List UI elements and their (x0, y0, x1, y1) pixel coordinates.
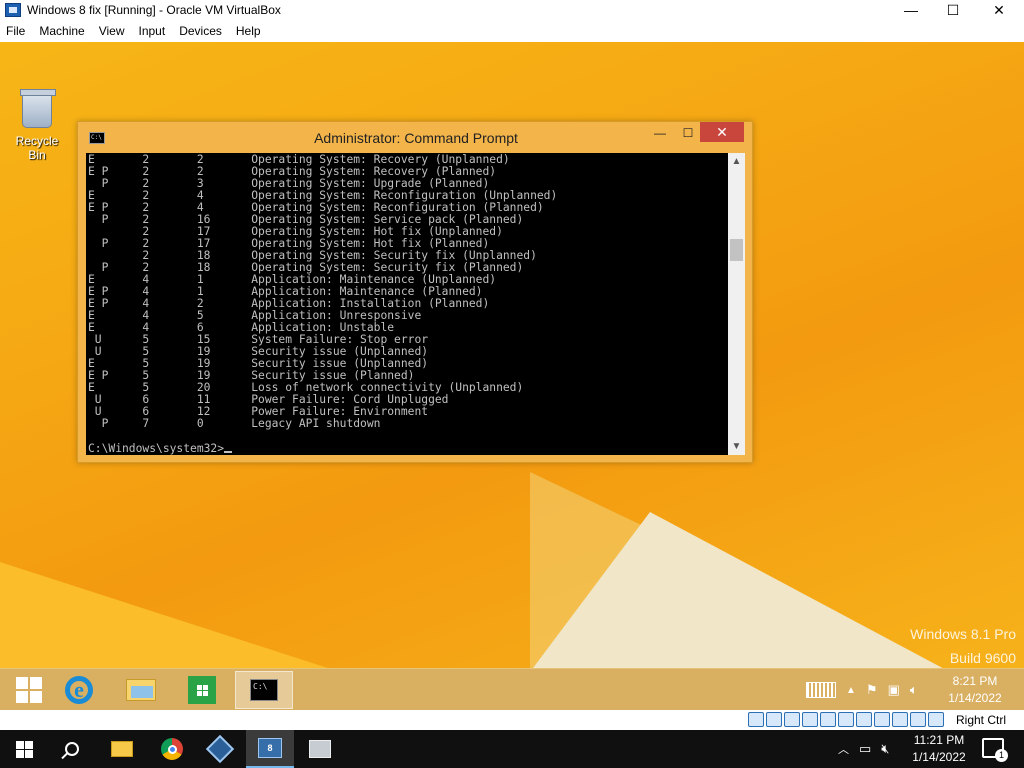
host-key-label: Right Ctrl (956, 713, 1007, 727)
menu-bar: File Machine View Input Devices Help (0, 20, 1024, 42)
vbox-status-bar: Right Ctrl (0, 710, 1024, 730)
host-taskbar: 8 ︿ ▭ 🔇︎ 11:21 PM 1/14/2022 1 (0, 730, 1024, 768)
wallpaper-shape (530, 512, 950, 668)
cmd-maximize-button[interactable]: ☐ (674, 123, 702, 143)
guest-clock-date: 1/14/2022 (948, 691, 1002, 705)
host-taskbar-file-explorer[interactable] (98, 730, 146, 768)
chrome-icon (161, 738, 183, 760)
command-prompt-icon: C:\ (250, 679, 278, 701)
scroll-up-arrow-icon[interactable]: ▲ (728, 153, 745, 170)
console-prompt: C:\Windows\system32> (88, 442, 225, 455)
network-icon[interactable]: ▣ (888, 682, 900, 698)
touch-keyboard-icon[interactable] (806, 682, 836, 698)
host-title-bar: Windows 8 fix [Running] - Oracle VM Virt… (0, 0, 1024, 20)
guest-taskbar: e C:\ ▲ ⚑ ▣ 🔈︎ 8:21 PM 1/14/2022 (0, 668, 1024, 710)
console-prompt-line[interactable]: C:\Windows\system32> (86, 443, 728, 455)
close-button[interactable]: ✕ (976, 0, 1022, 20)
notifications-icon[interactable]: 1 (982, 738, 1008, 762)
host-taskbar-vm-window[interactable]: 8 (246, 730, 294, 768)
usb-icon[interactable] (820, 712, 836, 727)
recycle-bin-icon (20, 89, 56, 128)
host-taskbar-vm-manager[interactable] (296, 730, 344, 768)
guest-clock-time: 8:21 PM (952, 674, 998, 688)
host-start-button[interactable] (0, 730, 48, 768)
command-prompt-window[interactable]: C:\ Administrator: Command Prompt — ☐ ✕ … (77, 121, 753, 463)
windows8-vm-icon: 8 (258, 738, 282, 758)
recycle-bin-label: Recycle Bin (15, 134, 59, 162)
scrollbar-thumb[interactable] (730, 239, 743, 261)
cmd-close-button[interactable]: ✕ (700, 122, 744, 142)
menu-devices[interactable]: Devices (173, 24, 230, 38)
host-system-tray: ︿ ▭ 🔇︎ (838, 730, 890, 768)
show-hidden-icons-chevron-icon[interactable]: ︿ (838, 741, 849, 757)
taskbar-internet-explorer[interactable]: e (50, 671, 108, 709)
vbox-device-icons (748, 712, 944, 727)
volume-icon[interactable]: 🔈︎ (910, 682, 918, 698)
host-clock-date: 1/14/2022 (912, 750, 966, 764)
optical-drive-icon[interactable] (766, 712, 782, 727)
virtualbox-icon (205, 734, 235, 764)
notification-count-badge: 1 (995, 749, 1008, 762)
cpu-icon[interactable] (892, 712, 908, 727)
windows-logo-icon (15, 740, 33, 758)
maximize-button[interactable]: ☐ (930, 0, 976, 20)
console-line: P 7 0 Legacy API shutdown (88, 417, 381, 430)
volume-muted-icon[interactable]: 🔇︎ (881, 741, 889, 757)
host-clock-time: 11:21 PM (913, 733, 965, 747)
console-lines: E 2 2 Operating System: Recovery (Unplan… (86, 154, 728, 442)
audio-icon[interactable] (784, 712, 800, 727)
store-icon (188, 676, 216, 704)
network-adapter-icon[interactable] (802, 712, 818, 727)
minimize-button[interactable]: — (888, 0, 934, 20)
network-icon[interactable]: ▭ (859, 741, 871, 757)
windows-logo-icon (16, 677, 42, 703)
internet-explorer-icon: e (65, 676, 93, 704)
virtualbox-icon (5, 3, 21, 17)
cmd-title-bar[interactable]: C:\ Administrator: Command Prompt — ☐ ✕ (78, 122, 754, 152)
show-hidden-icons-chevron-icon[interactable]: ▲ (846, 685, 856, 696)
menu-help[interactable]: Help (230, 24, 269, 38)
action-center-flag-icon[interactable]: ⚑ (866, 682, 878, 698)
console-scrollbar[interactable]: ▲ ▼ (728, 153, 745, 455)
vm-manager-icon (309, 740, 331, 758)
mouse-integration-icon[interactable] (910, 712, 926, 727)
taskbar-file-explorer[interactable] (112, 671, 170, 709)
guest-clock[interactable]: 8:21 PM 1/14/2022 (942, 673, 1008, 707)
keyboard-capture-icon[interactable] (928, 712, 944, 727)
console-output[interactable]: E 2 2 Operating System: Recovery (Unplan… (86, 153, 728, 455)
file-explorer-icon (126, 679, 156, 701)
cmd-minimize-button[interactable]: — (646, 123, 674, 143)
host-search-button[interactable] (48, 730, 96, 768)
display-icon[interactable] (856, 712, 872, 727)
menu-machine[interactable]: Machine (33, 24, 92, 38)
guest-system-tray: ▲ ⚑ ▣ 🔈︎ (806, 669, 918, 711)
windows-edition-watermark: Windows 8.1 Pro (910, 626, 1016, 642)
scroll-down-arrow-icon[interactable]: ▼ (728, 438, 745, 455)
host-taskbar-virtualbox[interactable] (196, 730, 244, 768)
host-clock[interactable]: 11:21 PM 1/14/2022 (906, 732, 972, 766)
menu-view[interactable]: View (93, 24, 133, 38)
recycle-bin[interactable]: Recycle Bin (6, 89, 68, 162)
shared-folders-icon[interactable] (838, 712, 854, 727)
hard-disk-icon[interactable] (748, 712, 764, 727)
menu-file[interactable]: File (0, 24, 33, 38)
wallpaper-shape (0, 562, 340, 668)
file-explorer-icon (111, 741, 133, 757)
video-capture-icon[interactable] (874, 712, 890, 727)
taskbar-windows-store[interactable] (173, 671, 231, 709)
text-cursor (224, 451, 233, 453)
host-window-title: Windows 8 fix [Running] - Oracle VM Virt… (27, 3, 281, 17)
windows-build-watermark: Build 9600 (949, 650, 1016, 666)
search-icon (65, 742, 79, 756)
host-taskbar-chrome[interactable] (148, 730, 196, 768)
taskbar-command-prompt[interactable]: C:\ (235, 671, 293, 709)
menu-input[interactable]: Input (133, 24, 174, 38)
